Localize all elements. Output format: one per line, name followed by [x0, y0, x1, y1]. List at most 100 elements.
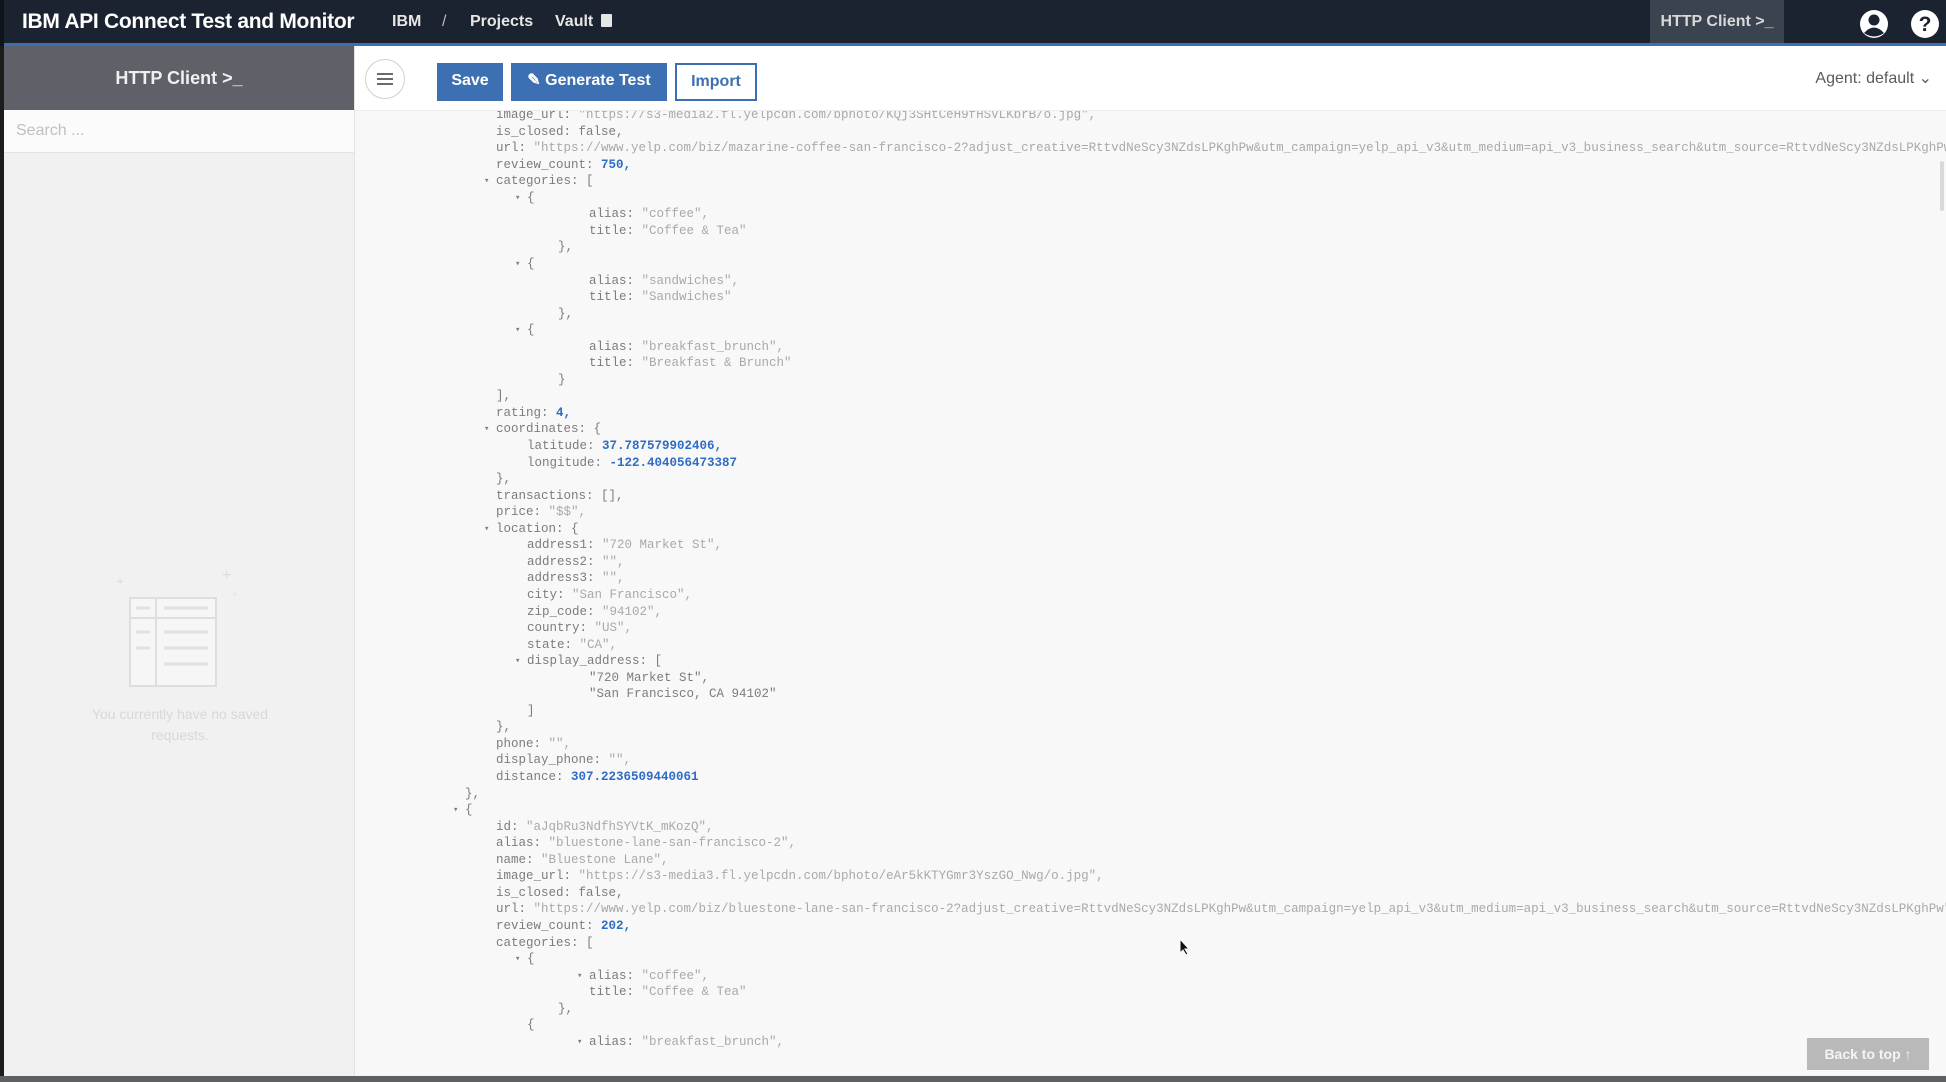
fold-toggle-icon[interactable]: ▾ — [484, 173, 495, 189]
vault-icon — [601, 14, 613, 27]
tab-http-client[interactable]: HTTP Client >_ — [1650, 0, 1784, 43]
json-line: ▾ { — [515, 952, 535, 967]
agent-label: Agent: default — [1815, 70, 1915, 87]
tab-http-client-label: HTTP Client — [1660, 13, 1751, 30]
json-line: address1: "720 Market St", — [527, 538, 723, 553]
vault-label: Vault — [555, 13, 594, 30]
svg-text:+: + — [222, 567, 231, 584]
json-line: ▾ alias: "coffee", — [577, 968, 710, 983]
back-to-top-button[interactable]: Back to top ↑ — [1807, 1038, 1929, 1070]
json-line: "San Francisco, CA 94102" — [589, 687, 777, 702]
json-line: address2: "", — [527, 554, 625, 569]
response-viewer[interactable]: image_url: "https://s3-media2.fl.yelpcdn… — [355, 111, 1946, 1075]
json-line: ], — [496, 389, 512, 404]
fold-toggle-icon[interactable]: ▾ — [515, 951, 526, 967]
json-line: }, — [558, 1001, 574, 1016]
json-line: ▾ display_address: [ — [515, 654, 663, 669]
terminal-icon: >_ — [222, 68, 243, 88]
json-line: }, — [558, 240, 574, 255]
json-line: title: "Coffee & Tea" — [589, 223, 747, 238]
fold-toggle-icon[interactable]: ▾ — [515, 653, 526, 669]
save-button[interactable]: Save — [437, 63, 503, 101]
user-icon[interactable] — [1858, 8, 1890, 40]
json-line: title: "Breakfast & Brunch" — [589, 356, 792, 371]
json-line: ▾ { — [515, 256, 535, 271]
request-toolbar: Save ✎ Generate Test Import Agent: defau… — [355, 46, 1946, 111]
json-line: longitude: -122.404056473387 — [527, 455, 738, 470]
menu-toggle-button[interactable] — [365, 59, 405, 99]
json-line: alias: "breakfast_brunch", — [589, 339, 785, 354]
app-title[interactable]: IBM API Connect Test and Monitor — [22, 10, 355, 34]
agent-selector[interactable]: Agent: default ⌄ — [1815, 68, 1932, 88]
pencil-icon: ✎ — [527, 72, 546, 89]
json-line: "720 Market St", — [589, 670, 710, 685]
breadcrumb-ibm[interactable]: IBM — [392, 13, 421, 31]
json-line: }, — [558, 306, 574, 321]
fold-toggle-icon[interactable]: ▾ — [577, 1034, 588, 1050]
json-line: ▾ location: { — [484, 521, 579, 536]
window-edge — [0, 0, 4, 46]
json-line: ▾ { — [515, 323, 535, 338]
json-line: }, — [496, 472, 512, 487]
json-line: review_count: 202, — [496, 918, 632, 933]
json-line: title: "Coffee & Tea" — [589, 985, 747, 1000]
fold-toggle-icon[interactable]: ▾ — [484, 521, 495, 537]
fold-toggle-icon[interactable]: ▾ — [515, 256, 526, 272]
empty-requests-illustration-icon: + + + — [116, 567, 238, 687]
fold-toggle-icon[interactable]: ▾ — [515, 322, 526, 338]
json-line: city: "San Francisco", — [527, 587, 693, 602]
json-line: ▾ { — [515, 190, 535, 205]
json-line: ▾ categories: [ — [484, 174, 594, 189]
json-line: url: "https://www.yelp.com/biz/mazarine-… — [496, 141, 1946, 156]
chevron-down-icon: ⌄ — [1918, 70, 1932, 87]
json-line: zip_code: "94102", — [527, 604, 663, 619]
json-line: name: "Bluestone Lane", — [496, 852, 669, 867]
svg-text:+: + — [232, 590, 238, 601]
json-line: url: "https://www.yelp.com/biz/bluestone… — [496, 902, 1946, 917]
json-line: country: "US", — [527, 621, 633, 636]
json-line: title: "Sandwiches" — [589, 290, 732, 305]
menu-icon — [377, 73, 393, 75]
json-line: }, — [465, 786, 481, 801]
json-line: is_closed: false, — [496, 124, 624, 139]
fold-toggle-icon[interactable]: ▾ — [453, 802, 464, 818]
generate-test-label: Generate Test — [545, 72, 651, 89]
mouse-cursor-icon — [1179, 938, 1191, 956]
json-line: is_closed: false, — [496, 885, 624, 900]
json-line: address3: "", — [527, 571, 625, 586]
window-edge — [0, 46, 4, 1076]
json-line: image_url: "https://s3-media3.fl.yelpcdn… — [496, 869, 1104, 884]
scrollbar-thumb[interactable] — [1940, 161, 1944, 211]
breadcrumb-vault[interactable]: Vault — [555, 13, 613, 31]
json-line: distance: 307.2236509440061 — [496, 770, 699, 784]
json-line: price: "$$", — [496, 505, 587, 520]
fold-toggle-icon[interactable]: ▾ — [577, 968, 588, 984]
json-line: transactions: [], — [496, 488, 624, 503]
json-line: } — [558, 372, 566, 387]
menu-icon — [377, 83, 393, 85]
fold-toggle-icon[interactable]: ▾ — [515, 190, 526, 206]
json-line: image_url: "https://s3-media2.fl.yelpcdn… — [496, 111, 1097, 122]
sidebar-header: HTTP Client >_ — [4, 46, 354, 110]
breadcrumb-separator: / — [442, 13, 447, 30]
svg-text:+: + — [116, 573, 124, 589]
json-line: ▾ { — [453, 803, 473, 818]
top-bar: IBM API Connect Test and Monitor IBM / P… — [0, 0, 1946, 46]
import-button[interactable]: Import — [675, 63, 757, 101]
json-line: state: "CA", — [527, 637, 618, 652]
search-box[interactable] — [4, 110, 354, 153]
json-line: alias: "coffee", — [589, 207, 710, 222]
json-line: categories: [ — [496, 935, 594, 950]
json-line: latitude: 37.787579902406, — [527, 439, 723, 453]
fold-toggle-icon[interactable]: ▾ — [484, 421, 495, 437]
help-icon[interactable]: ? — [1909, 8, 1941, 40]
window-bottom-edge — [0, 1076, 1946, 1082]
breadcrumb-projects[interactable]: Projects — [470, 13, 533, 31]
json-line: review_count: 750, — [496, 157, 632, 172]
svg-text:?: ? — [1919, 13, 1932, 36]
sidebar: HTTP Client >_ + + + You currently have … — [0, 46, 355, 1076]
json-line: ] — [527, 703, 535, 718]
generate-test-button[interactable]: ✎ Generate Test — [511, 63, 667, 101]
sidebar-title: HTTP Client — [115, 68, 218, 88]
search-input[interactable] — [4, 110, 348, 152]
